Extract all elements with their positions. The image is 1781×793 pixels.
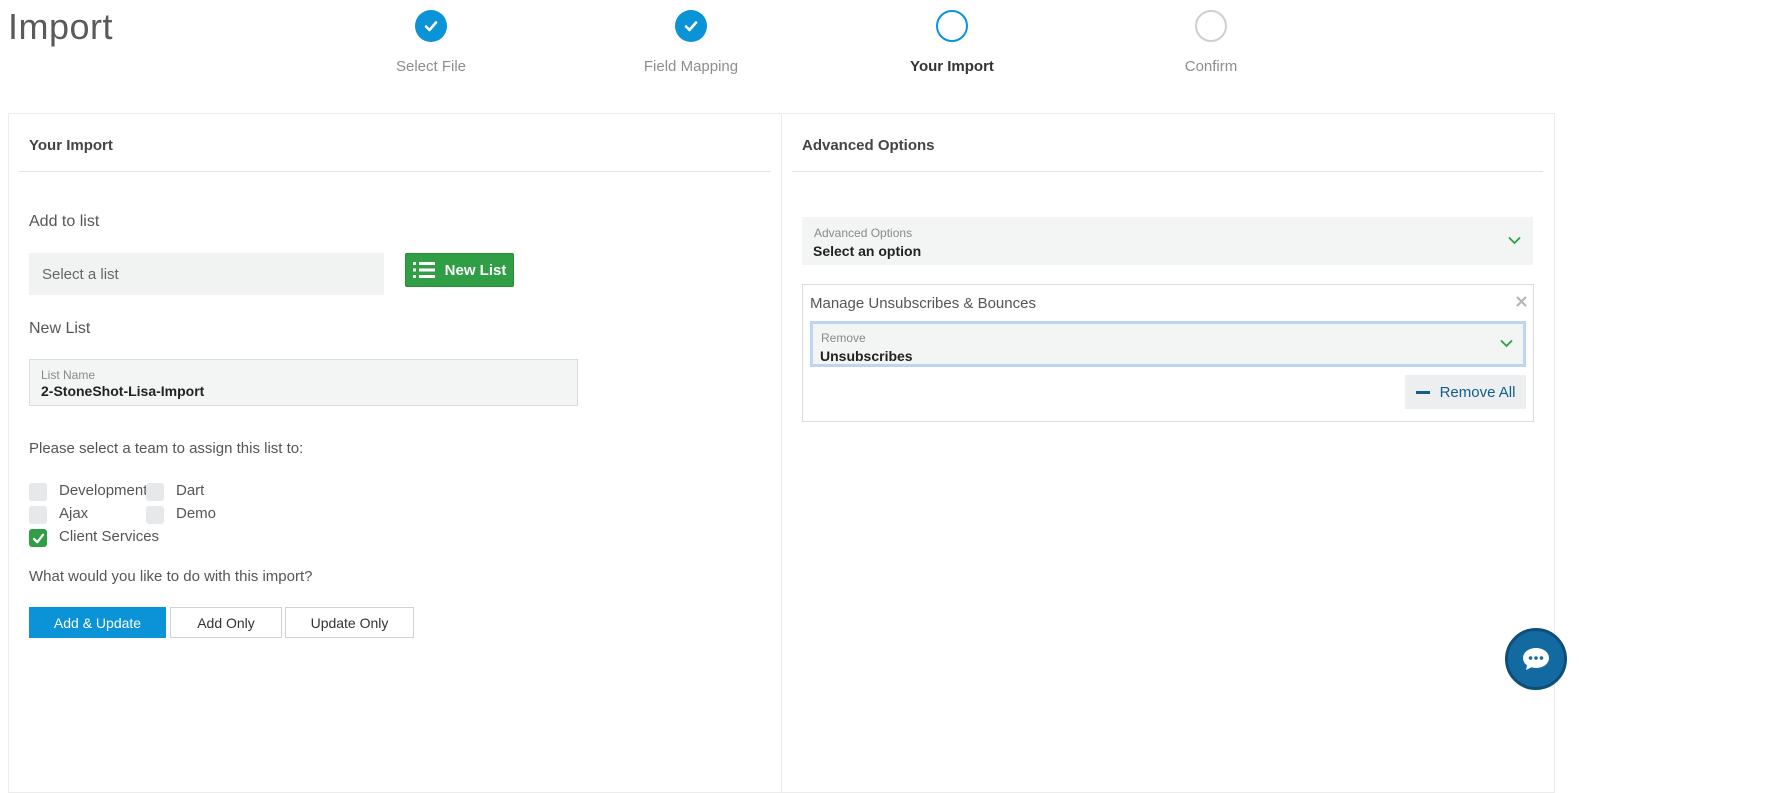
remove-select-label: Remove xyxy=(821,331,866,345)
advanced-options-select[interactable]: Advanced Options Select an option xyxy=(802,217,1533,265)
new-list-button[interactable]: New List xyxy=(405,253,514,287)
add-and-update-button[interactable]: Add & Update xyxy=(29,607,166,638)
team-checkbox-client-services[interactable] xyxy=(29,529,47,547)
panel-heading: Your Import xyxy=(29,137,113,154)
select-list-placeholder: Select a list xyxy=(42,265,119,283)
team-label-ajax: Ajax xyxy=(59,505,89,522)
close-icon[interactable] xyxy=(1516,296,1527,307)
advanced-options-panel xyxy=(781,113,1555,793)
manage-unsubscribes-title: Manage Unsubscribes & Bounces xyxy=(810,295,1036,312)
check-icon xyxy=(424,21,438,32)
update-only-button[interactable]: Update Only xyxy=(285,607,414,638)
step-pending-indicator xyxy=(1195,10,1227,42)
list-name-label: List Name xyxy=(41,368,96,382)
remove-select-value: Unsubscribes xyxy=(820,348,913,364)
list-name-value: 2-StoneShot-Lisa-Import xyxy=(41,383,205,399)
step-label: Your Import xyxy=(910,58,994,75)
remove-all-label: Remove All xyxy=(1439,383,1516,401)
team-prompt: Please select a team to assign this list… xyxy=(29,440,304,457)
manage-unsubscribes-box: Manage Unsubscribes & Bounces Remove Uns… xyxy=(802,284,1534,422)
add-only-button[interactable]: Add Only xyxy=(170,607,282,638)
remove-all-button[interactable]: Remove All xyxy=(1405,375,1526,409)
team-checkbox-ajax[interactable] xyxy=(29,506,47,524)
divider xyxy=(19,171,771,172)
new-list-button-label: New List xyxy=(444,261,507,279)
import-action-prompt: What would you like to do with this impo… xyxy=(29,568,313,585)
step-label: Field Mapping xyxy=(643,58,739,75)
team-checkbox-demo[interactable] xyxy=(146,506,164,524)
remove-select[interactable]: Remove Unsubscribes xyxy=(810,321,1526,367)
minus-icon xyxy=(1415,390,1430,394)
chat-bubble-icon xyxy=(1523,648,1549,670)
advanced-options-select-value: Select an option xyxy=(813,243,922,259)
advanced-options-select-label: Advanced Options xyxy=(814,226,913,240)
chat-launcher-button[interactable] xyxy=(1505,628,1567,690)
check-icon xyxy=(684,21,698,32)
step-label: Select File xyxy=(395,58,467,75)
step-label: Confirm xyxy=(1184,58,1238,75)
team-checkbox-development[interactable] xyxy=(29,483,47,501)
check-icon xyxy=(32,533,44,543)
list-icon xyxy=(412,262,435,278)
step-active-indicator xyxy=(936,10,968,42)
divider xyxy=(792,171,1543,172)
team-checkbox-dart[interactable] xyxy=(146,483,164,501)
step-confirm: Confirm xyxy=(1111,10,1311,75)
step-your-import: Your Import xyxy=(852,10,1052,75)
team-label-dart: Dart xyxy=(176,482,205,499)
team-label-demo: Demo xyxy=(176,505,217,522)
step-complete-indicator xyxy=(415,10,447,42)
page-title: Import xyxy=(8,6,114,47)
chevron-down-icon xyxy=(1508,236,1521,245)
panel-heading: Advanced Options xyxy=(802,137,935,154)
select-list-dropdown[interactable]: Select a list xyxy=(29,253,384,295)
list-name-field[interactable]: List Name 2-StoneShot-Lisa-Import xyxy=(29,359,578,406)
step-field-mapping: Field Mapping xyxy=(591,10,791,75)
team-label-client-services: Client Services xyxy=(59,528,160,545)
step-complete-indicator xyxy=(675,10,707,42)
chevron-down-icon xyxy=(1500,339,1513,348)
team-label-development: Development xyxy=(59,482,148,499)
step-select-file: Select File xyxy=(331,10,531,75)
new-list-section-label: New List xyxy=(29,320,91,337)
add-to-list-label: Add to list xyxy=(29,213,100,230)
